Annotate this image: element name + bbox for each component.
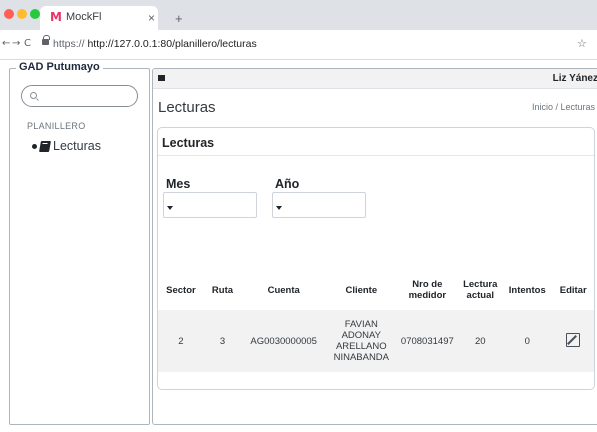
card-header: Lecturas [158, 128, 594, 156]
browser-tab-bar: M MockFl × + [0, 0, 597, 30]
sidebar-item-lecturas[interactable]: Lecturas [32, 138, 101, 154]
cliente-line: FAVIAN [344, 319, 378, 330]
lock-icon[interactable] [42, 35, 50, 45]
column-header[interactable]: Nro de medidor [396, 270, 458, 310]
bookmark-star-icon[interactable]: ☆ [577, 37, 587, 50]
window-maximize-dot[interactable] [30, 9, 40, 19]
reload-icon[interactable]: C [24, 38, 31, 49]
column-header[interactable]: Cuenta [241, 270, 326, 310]
cell-sector: 2 [178, 335, 184, 347]
table-row: 2 3 AG0030000005 FAVIAN ADONAY ARELLANO … [158, 310, 594, 372]
back-arrow-icon[interactable]: ← [2, 38, 10, 49]
page-title: Lecturas [158, 99, 216, 116]
lecturas-card: Lecturas Mes Año Sector Ruta Cuenta Clie… [157, 127, 595, 390]
favicon-icon: M [50, 10, 62, 24]
url-scheme: https:// [53, 38, 85, 50]
year-label: Año [275, 177, 300, 191]
breadcrumb[interactable]: Inicio / Lecturas [532, 102, 595, 112]
cliente-line: ARELLANO [335, 341, 387, 352]
new-tab-button[interactable]: + [175, 11, 183, 26]
sidebar-brand[interactable]: GAD Putumayo [16, 61, 103, 73]
main-content: Liz Yánez Lecturas Inicio / Lecturas Lec… [152, 68, 597, 425]
cliente-line: NINABANDA [333, 352, 390, 363]
sidebar-item-label: Lecturas [53, 139, 101, 153]
column-header[interactable]: Editar [552, 270, 594, 310]
book-icon [39, 140, 51, 152]
tab-title: MockFl [66, 11, 102, 23]
month-label: Mes [166, 177, 191, 191]
tab-close-icon[interactable]: × [148, 11, 155, 25]
cell-cuenta: AG0030000005 [250, 335, 317, 347]
browser-toolbar: ← → C https:// http://127.0.0.1:80/plani… [0, 30, 597, 60]
column-header[interactable]: Lectura actual [458, 270, 502, 310]
sidebar-section-header: PLANILLERO [27, 121, 86, 131]
year-select[interactable] [272, 192, 366, 218]
cliente-line: ADONAY [341, 330, 382, 341]
caret-down-icon [276, 206, 282, 210]
cell-intentos: 0 [524, 335, 530, 347]
column-header[interactable]: Ruta [204, 270, 241, 310]
forward-arrow-icon[interactable]: → [12, 38, 20, 49]
edit-icon[interactable] [566, 332, 581, 347]
sidebar-search-input[interactable] [21, 85, 138, 107]
cell-medidor: 0708031497 [400, 335, 454, 347]
cell-lectura: 20 [474, 335, 486, 347]
hamburger-menu-icon[interactable] [158, 75, 165, 81]
window-close-dot[interactable] [4, 9, 14, 19]
search-icon [30, 92, 37, 99]
cell-editar [552, 310, 594, 372]
month-select[interactable] [163, 192, 257, 218]
lecturas-table: Sector Ruta Cuenta Cliente Nro de medido… [158, 270, 594, 372]
url-text: http://127.0.0.1:80/planillero/lecturas [87, 38, 257, 50]
column-header[interactable]: Cliente [326, 270, 396, 310]
table-header-row: Sector Ruta Cuenta Cliente Nro de medido… [158, 270, 594, 310]
caret-down-icon [167, 206, 173, 210]
column-header[interactable]: Intentos [502, 270, 552, 310]
user-name[interactable]: Liz Yánez [553, 73, 597, 84]
cell-cliente: FAVIAN ADONAY ARELLANO NINABANDA [326, 310, 396, 372]
cell-ruta: 3 [219, 335, 226, 347]
window-minimize-dot[interactable] [17, 9, 27, 19]
column-header[interactable]: Sector [158, 270, 204, 310]
browser-tab[interactable]: M MockFl × + [40, 6, 183, 30]
bullet-icon [32, 143, 37, 149]
top-navbar: Liz Yánez [153, 69, 597, 89]
card-title: Lecturas [162, 136, 215, 150]
address-bar[interactable]: https:// http://127.0.0.1:80/planillero/… [53, 38, 257, 50]
